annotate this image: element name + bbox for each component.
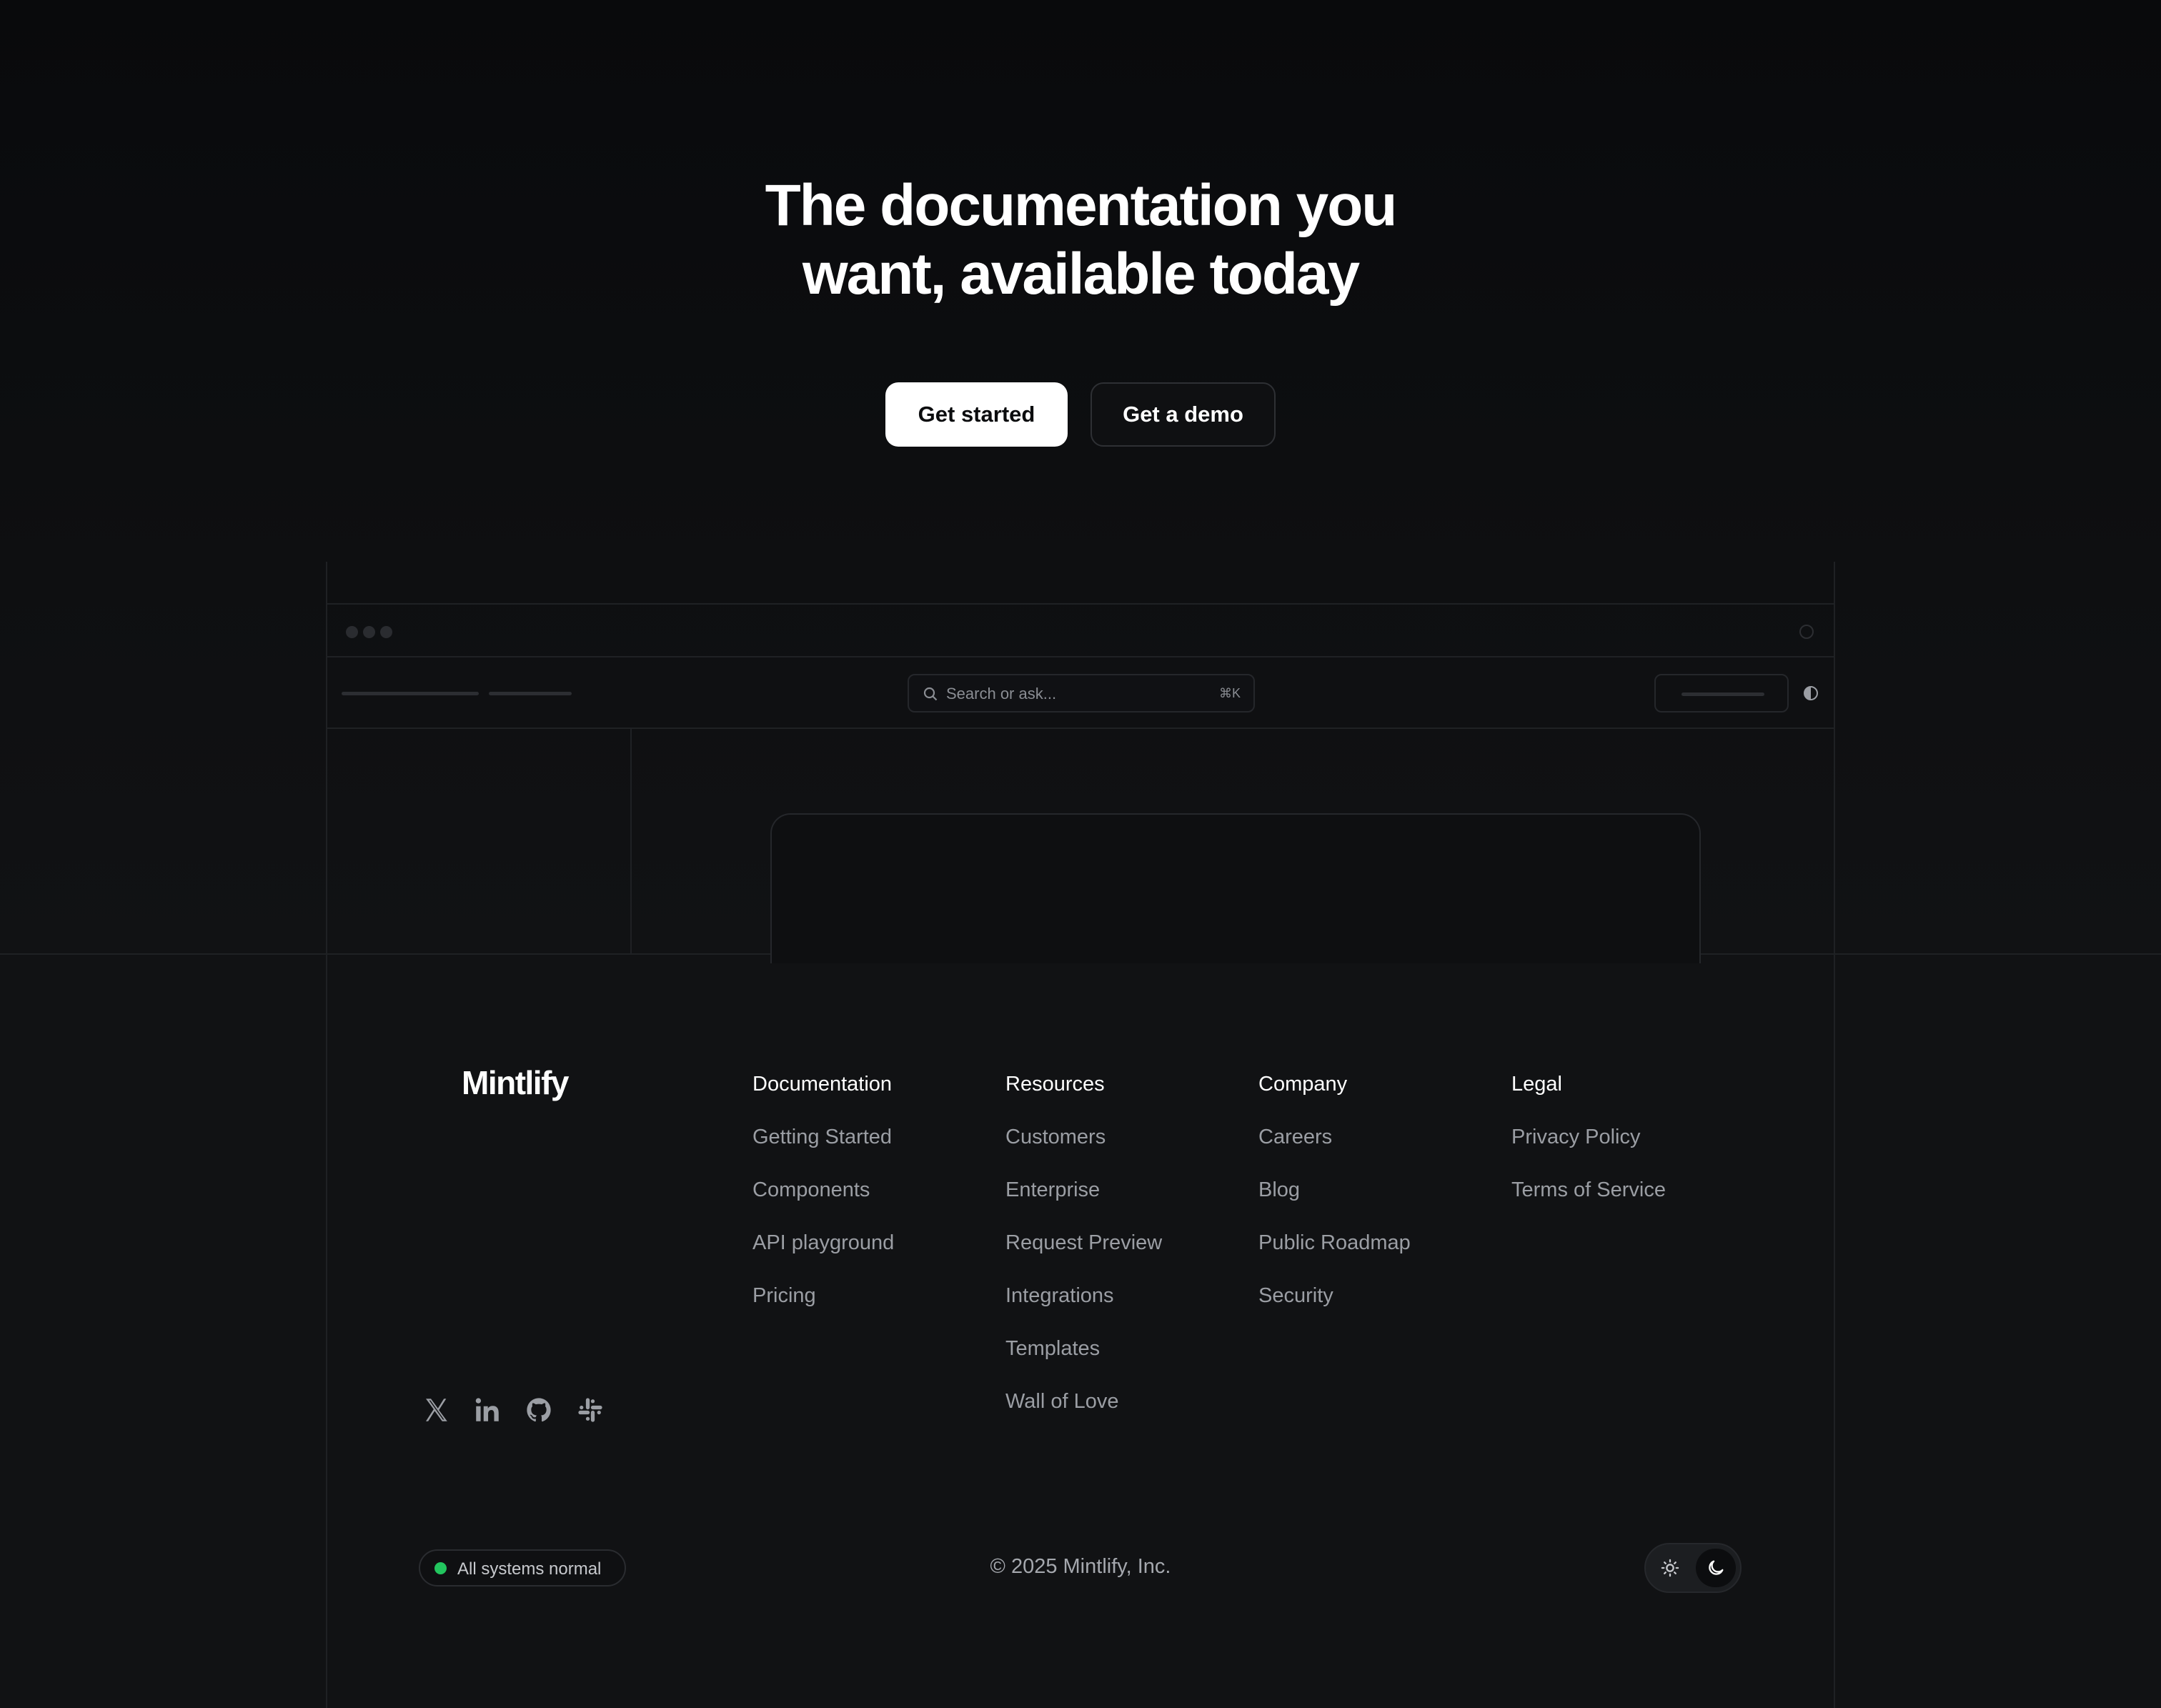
slack-icon[interactable]: [575, 1395, 605, 1425]
footer-link-customers[interactable]: Customers: [1005, 1125, 1162, 1150]
window-dot-icon: [363, 626, 375, 638]
footer-link-privacy-policy[interactable]: Privacy Policy: [1511, 1125, 1666, 1150]
x-icon[interactable]: [421, 1395, 451, 1425]
footer-link-pricing[interactable]: Pricing: [752, 1284, 894, 1309]
footer-column-company: Company Careers Blog Public Roadmap Secu…: [1258, 1072, 1411, 1336]
contrast-icon: [1804, 686, 1818, 700]
footer-column-heading: Documentation: [752, 1073, 893, 1096]
get-started-button[interactable]: Get started: [885, 382, 1068, 447]
footer-link-security[interactable]: Security: [1258, 1284, 1411, 1309]
window-dot-icon: [380, 626, 392, 638]
footer-link-terms-of-service[interactable]: Terms of Service: [1511, 1178, 1666, 1203]
footer-column-resources: Resources Customers Enterprise Request P…: [1005, 1072, 1162, 1442]
mock-sidebar-divider: [630, 728, 632, 955]
hero-title-line-1: The documentation you: [765, 173, 1398, 238]
footer-link-enterprise[interactable]: Enterprise: [1005, 1178, 1162, 1203]
window-dot-icon: [346, 626, 358, 638]
hero-title: The documentation you want, available to…: [0, 172, 2161, 309]
footer-link-components[interactable]: Components: [752, 1178, 894, 1203]
moon-icon: [1709, 1560, 1724, 1575]
nav-skeleton: [342, 692, 479, 695]
footer-link-integrations[interactable]: Integrations: [1005, 1284, 1162, 1309]
footer-column-legal: Legal Privacy Policy Terms of Service: [1511, 1072, 1666, 1231]
docs-preview-mockup: Search or ask... ⌘K: [326, 562, 1835, 963]
footer-link-wall-of-love[interactable]: Wall of Love: [1005, 1389, 1162, 1414]
search-shortcut: ⌘K: [1218, 686, 1241, 700]
search-icon: [923, 687, 938, 701]
mock-nav-button: [1654, 674, 1789, 713]
search-placeholder: Search or ask...: [946, 685, 1057, 702]
footer-link-templates[interactable]: Templates: [1005, 1336, 1162, 1361]
footer-column-documentation: Documentation Getting Started Components…: [752, 1072, 894, 1336]
linkedin-icon[interactable]: [472, 1395, 502, 1425]
button-skeleton: [1681, 692, 1764, 696]
mock-search-bar[interactable]: Search or ask... ⌘K: [908, 674, 1255, 713]
get-a-demo-button[interactable]: Get a demo: [1091, 382, 1276, 447]
footer-link-api-playground[interactable]: API playground: [752, 1231, 894, 1256]
sun-icon: [1661, 1559, 1679, 1577]
mock-divider: [327, 728, 1834, 729]
footer-link-public-roadmap[interactable]: Public Roadmap: [1258, 1231, 1411, 1256]
footer-link-careers[interactable]: Careers: [1258, 1125, 1411, 1150]
hero-title-line-2: want, available today: [802, 242, 1360, 307]
dark-mode-button[interactable]: [1696, 1549, 1736, 1587]
light-mode-button[interactable]: [1650, 1549, 1690, 1587]
footer-link-blog[interactable]: Blog: [1258, 1178, 1411, 1203]
mock-divider: [327, 656, 1834, 657]
footer-column-heading: Company: [1258, 1073, 1348, 1096]
mintlify-logo[interactable]: Mintlify: [462, 1063, 569, 1102]
footer-column-heading: Legal: [1511, 1073, 1562, 1096]
footer-column-heading: Resources: [1005, 1073, 1105, 1096]
footer-link-getting-started[interactable]: Getting Started: [752, 1125, 894, 1150]
mock-divider: [327, 603, 1834, 605]
github-icon[interactable]: [524, 1395, 554, 1425]
copyright-text: © 2025 Mintlify, Inc.: [990, 1555, 1171, 1578]
mock-content-card: [770, 813, 1701, 963]
nav-skeleton: [489, 692, 572, 695]
play-icon: [1799, 625, 1814, 639]
theme-toggle[interactable]: [1644, 1543, 1742, 1593]
footer-link-request-preview[interactable]: Request Preview: [1005, 1231, 1162, 1256]
